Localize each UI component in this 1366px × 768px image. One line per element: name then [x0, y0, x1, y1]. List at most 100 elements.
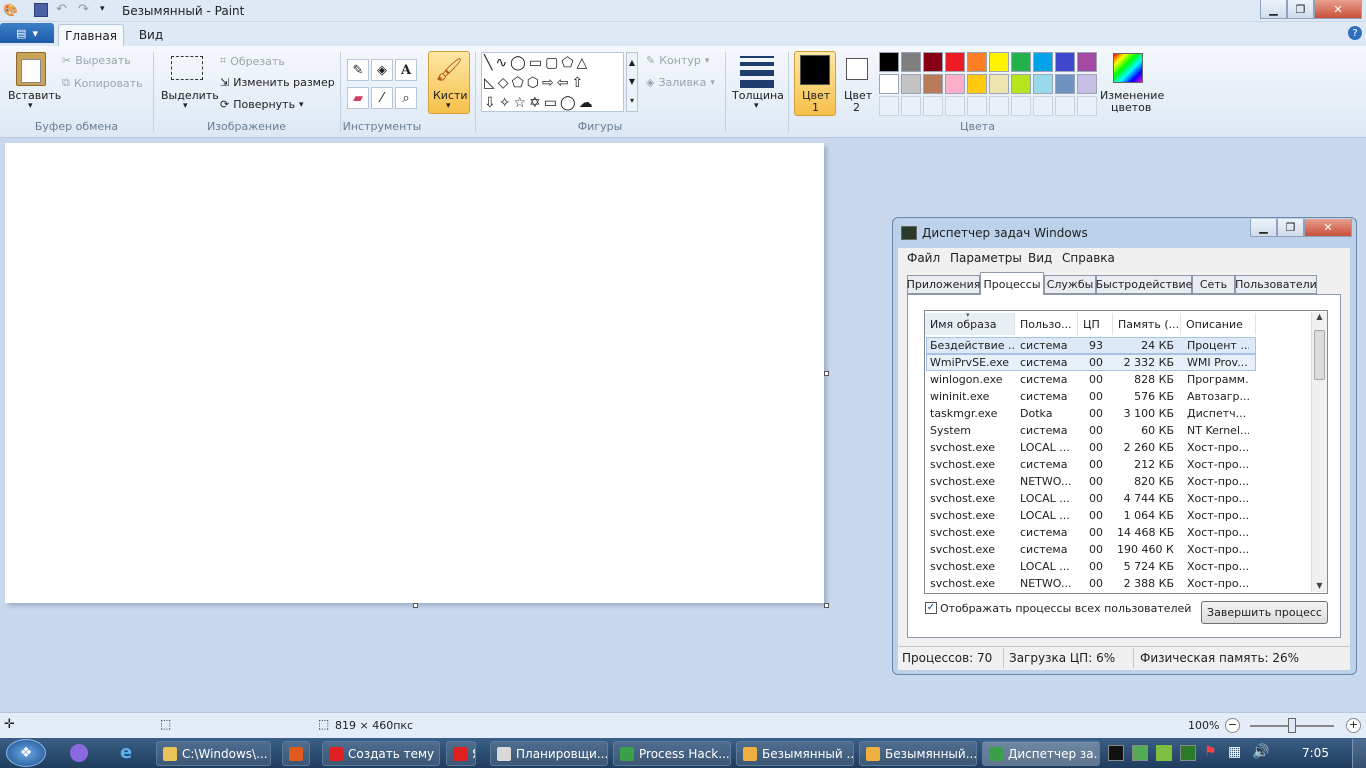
outline-button[interactable]: ✎ Контур ▾	[646, 54, 709, 67]
chevron-up-icon[interactable]: ▲	[1312, 312, 1327, 321]
paste-button[interactable]: Вставить	[8, 89, 61, 102]
nvidia-icon[interactable]	[1156, 745, 1172, 761]
size-dropdown-icon[interactable]: ▾	[754, 101, 759, 111]
palette-color[interactable]	[1033, 52, 1053, 72]
taskbar-button[interactable]	[282, 741, 310, 766]
column-cpu[interactable]: ЦП	[1078, 313, 1113, 335]
palette-color[interactable]	[879, 74, 899, 94]
end-process-button[interactable]: Завершить процесс	[1201, 601, 1328, 624]
taskbar-button[interactable]: Process Hack...	[613, 741, 731, 766]
palette-custom-slot[interactable]	[967, 96, 987, 116]
network-icon[interactable]: ▦	[1228, 744, 1241, 760]
rounded-rectangle-icon[interactable]: ▢	[545, 55, 561, 71]
eraser-icon[interactable]: ▰	[347, 87, 369, 109]
arrow-left-icon[interactable]: ⇦	[557, 75, 572, 91]
action-center-icon[interactable]: ⚑	[1204, 744, 1217, 760]
tab-processes[interactable]: Процессы	[980, 272, 1044, 295]
fill-button[interactable]: ◈ Заливка ▾	[646, 76, 715, 89]
palette-color[interactable]	[1011, 74, 1031, 94]
palette-color[interactable]	[901, 74, 921, 94]
tray-app-icon[interactable]	[1108, 745, 1124, 761]
microphone-icon[interactable]	[70, 744, 88, 762]
palette-custom-slot[interactable]	[879, 96, 899, 116]
star6-icon[interactable]: ✡	[529, 95, 544, 111]
column-user[interactable]: Пользо...	[1015, 313, 1078, 335]
text-tool-icon[interactable]: A	[395, 59, 417, 81]
tab-home[interactable]: Главная	[58, 24, 124, 46]
column-description[interactable]: Описание	[1181, 313, 1256, 335]
pentagon-icon[interactable]: ⬠	[512, 75, 527, 91]
triangle-icon[interactable]: △	[576, 55, 590, 71]
cut-button[interactable]: ✂ Вырезать	[62, 54, 131, 67]
palette-color[interactable]	[901, 52, 921, 72]
quick-access-dropdown-icon[interactable]: ▾	[100, 4, 105, 14]
menu-view[interactable]: Вид	[1028, 251, 1052, 265]
start-button[interactable]: ❖	[6, 739, 46, 767]
palette-color[interactable]	[1033, 74, 1053, 94]
palette-custom-slot[interactable]	[989, 96, 1009, 116]
tab-view[interactable]: Вид	[130, 24, 172, 46]
palette-custom-slot[interactable]	[1011, 96, 1031, 116]
tm-minimize-button[interactable]: ▁	[1250, 219, 1277, 237]
volume-icon[interactable]: 🔊	[1252, 744, 1269, 760]
zoom-in-button[interactable]: +	[1346, 718, 1361, 733]
palette-color[interactable]	[989, 74, 1009, 94]
fill-bucket-icon[interactable]: ◈	[371, 59, 393, 81]
shapes-scroll[interactable]: ▲ ▼ ▾	[626, 52, 638, 112]
star4-icon[interactable]: ✧	[499, 95, 514, 111]
taskbar-button[interactable]: Планировщи...	[490, 741, 608, 766]
polygon-icon[interactable]: ⬠	[561, 55, 576, 71]
palette-custom-slot[interactable]	[923, 96, 943, 116]
menu-help[interactable]: Справка	[1062, 251, 1115, 265]
select-dropdown-icon[interactable]: ▾	[183, 101, 188, 111]
minimize-button[interactable]: ▁	[1260, 0, 1287, 19]
callout-oval-icon[interactable]: ◯	[560, 95, 579, 111]
palette-custom-slot[interactable]	[1033, 96, 1053, 116]
callout-rect-icon[interactable]: ▭	[544, 95, 560, 111]
taskbar-button[interactable]: Я	[446, 741, 476, 766]
rectangle-icon[interactable]: ▭	[529, 55, 545, 71]
edit-colors-button-line2[interactable]: цветов	[1111, 101, 1151, 114]
hexagon-icon[interactable]: ⬡	[527, 75, 542, 91]
crop-button[interactable]: ⌗ Обрезать	[220, 54, 285, 68]
palette-color[interactable]	[945, 74, 965, 94]
palette-color[interactable]	[879, 52, 899, 72]
drawing-canvas[interactable]	[5, 143, 824, 603]
tm-close-button[interactable]: ✕	[1304, 219, 1352, 237]
star5-icon[interactable]: ☆	[513, 95, 529, 111]
show-all-label[interactable]: Отображать процессы всех пользователей	[940, 602, 1191, 615]
palette-custom-slot[interactable]	[945, 96, 965, 116]
palette-color[interactable]	[989, 52, 1009, 72]
tab-performance[interactable]: Быстродействие	[1096, 275, 1192, 294]
arrow-down-icon[interactable]: ⇩	[484, 95, 499, 111]
expand-icon[interactable]: ▾	[627, 91, 637, 110]
rotate-button[interactable]: ⟳ Повернуть ▾	[220, 98, 304, 111]
tab-users[interactable]: Пользователи	[1235, 275, 1317, 294]
magnifier-icon[interactable]: ⌕	[395, 87, 417, 109]
tm-maximize-button[interactable]: ❐	[1277, 219, 1304, 237]
palette-color[interactable]	[923, 74, 943, 94]
close-button[interactable]: ✕	[1314, 0, 1362, 19]
color-picker-icon[interactable]: ⁄	[371, 87, 393, 109]
clock[interactable]: 7:05	[1302, 746, 1329, 760]
palette-color[interactable]	[1011, 52, 1031, 72]
scroll-thumb[interactable]	[1314, 330, 1325, 380]
taskbar-button[interactable]: Диспетчер за...	[982, 741, 1100, 766]
column-image-name[interactable]: Имя образа	[925, 313, 1015, 335]
tab-applications[interactable]: Приложения	[907, 275, 980, 294]
taskbar-button[interactable]: Безымянный...	[859, 741, 977, 766]
palette-custom-slot[interactable]	[901, 96, 921, 116]
palette-color[interactable]	[1055, 52, 1075, 72]
edit-colors-icon[interactable]	[1113, 53, 1143, 83]
help-icon[interactable]: ?	[1348, 26, 1362, 40]
paint-app-icon[interactable]: 🎨	[3, 3, 18, 17]
zoom-out-button[interactable]: −	[1225, 718, 1240, 733]
callout-cloud-icon[interactable]: ☁	[579, 95, 596, 111]
oval-icon[interactable]: ◯	[510, 55, 529, 71]
palette-color[interactable]	[967, 52, 987, 72]
shapes-gallery[interactable]: ╲∿◯▭▢⬠△ ◺◇⬠⬡⇨⇦⇧ ⇩✧☆✡▭◯☁	[481, 52, 624, 112]
column-memory[interactable]: Память (...	[1113, 313, 1181, 335]
palette-color[interactable]	[1055, 74, 1075, 94]
redo-icon[interactable]: ↷	[78, 2, 89, 17]
save-icon[interactable]	[34, 3, 48, 17]
